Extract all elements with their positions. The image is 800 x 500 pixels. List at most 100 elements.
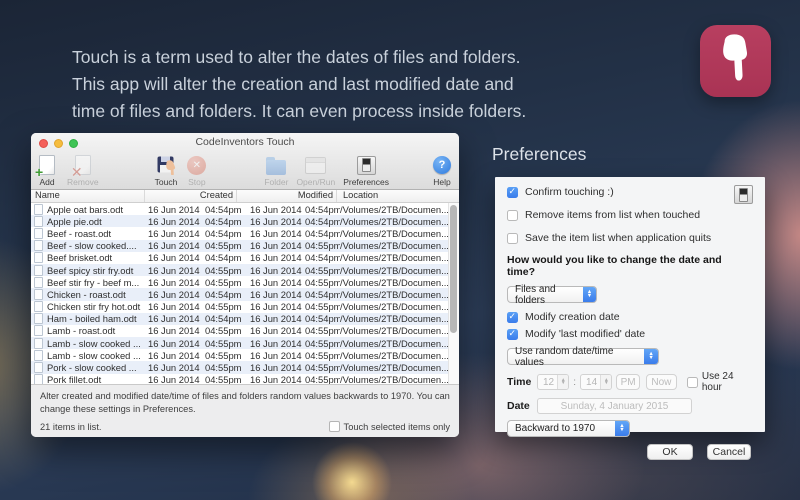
- date-time-question: How would you like to change the date an…: [507, 254, 751, 278]
- file-row[interactable]: Lamb - slow cooked ... 16 Jun 2014 04:55…: [31, 349, 449, 361]
- time-row: Time 12 ▲▼ : 14 ▲▼ PM Now Use 24 hour: [507, 371, 751, 393]
- file-row[interactable]: Beef - slow cooked.... 16 Jun 2014 04:55…: [31, 240, 449, 252]
- column-header-modified[interactable]: Modified: [237, 190, 337, 202]
- ok-button[interactable]: OK: [647, 444, 693, 460]
- file-name: Lamb - roast.odt: [47, 325, 148, 336]
- remove-document-icon: ✕: [75, 154, 91, 176]
- scrollbar-thumb[interactable]: [450, 205, 457, 333]
- file-row[interactable]: Chicken - roast.odt 16 Jun 2014 04:54pm …: [31, 288, 449, 300]
- modify-creation-checkbox[interactable]: [507, 312, 518, 323]
- file-name: Beef brisket.odt: [47, 252, 148, 263]
- file-row[interactable]: Beef stir fry - beef m... 16 Jun 2014 04…: [31, 276, 449, 288]
- document-icon: [34, 362, 43, 373]
- modified-date: 16 Jun 2014: [250, 289, 305, 300]
- column-header-location[interactable]: Location: [337, 190, 459, 202]
- modified-time: 04:54pm: [305, 252, 340, 263]
- created-date: 16 Jun 2014: [148, 240, 205, 251]
- open-run-button: Open/Run: [296, 154, 335, 187]
- created-date: 16 Jun 2014: [148, 277, 205, 288]
- mode-dropdown[interactable]: Use random date/time values ▲▼: [507, 348, 659, 365]
- document-icon: [34, 252, 43, 263]
- created-date: 16 Jun 2014: [148, 350, 205, 361]
- use-24-hour-checkbox[interactable]: [687, 377, 698, 388]
- modified-time: 04:54pm: [305, 313, 340, 324]
- file-location: /Volumes/2TB/Documen...: [340, 374, 449, 384]
- modified-time: 04:55pm: [305, 265, 340, 276]
- cancel-button[interactable]: Cancel: [707, 444, 751, 460]
- folder-icon: [266, 154, 286, 176]
- add-button[interactable]: + Add: [39, 154, 55, 187]
- column-header-name[interactable]: Name: [31, 190, 145, 202]
- file-location: /Volumes/2TB/Documen...: [340, 362, 449, 373]
- save-list-checkbox[interactable]: [507, 233, 518, 244]
- column-headers: Name Created Modified Location: [31, 190, 459, 203]
- created-time: 04:55pm: [205, 338, 250, 349]
- document-icon: [34, 350, 43, 361]
- confirm-touching-label: Confirm touching :): [525, 186, 614, 198]
- created-date: 16 Jun 2014: [148, 374, 205, 384]
- touch-selected-checkbox[interactable]: [329, 421, 340, 432]
- created-date: 16 Jun 2014: [148, 252, 205, 263]
- modified-time: 04:55pm: [305, 325, 340, 336]
- file-row[interactable]: Beef brisket.odt 16 Jun 2014 04:54pm 16 …: [31, 252, 449, 264]
- time-label: Time: [507, 376, 533, 388]
- file-name: Chicken - roast.odt: [47, 289, 148, 300]
- created-time: 04:55pm: [205, 362, 250, 373]
- file-row[interactable]: Lamb - slow cooked ... 16 Jun 2014 04:55…: [31, 337, 449, 349]
- created-date: 16 Jun 2014: [148, 338, 205, 349]
- file-row[interactable]: Lamb - roast.odt 16 Jun 2014 04:55pm 16 …: [31, 325, 449, 337]
- created-time: 04:55pm: [205, 240, 250, 251]
- scrollbar-track[interactable]: [448, 203, 459, 384]
- modified-date: 16 Jun 2014: [250, 325, 305, 336]
- modified-date: 16 Jun 2014: [250, 374, 305, 384]
- modified-date: 16 Jun 2014: [250, 313, 305, 324]
- file-name: Apple pie.odt: [47, 216, 148, 227]
- window-title: CodeInventors Touch: [31, 136, 459, 148]
- file-name: Ham - boiled ham.odt: [47, 313, 148, 324]
- file-row[interactable]: Apple oat bars.odt 16 Jun 2014 04:54pm 1…: [31, 203, 449, 215]
- scope-dropdown-value: Files and folders: [515, 284, 583, 306]
- modify-modified-checkbox[interactable]: [507, 329, 518, 340]
- file-row[interactable]: Ham - boiled ham.odt 16 Jun 2014 04:54pm…: [31, 313, 449, 325]
- modified-time: 04:55pm: [305, 338, 340, 349]
- items-count: 21 items in list.: [40, 422, 329, 432]
- created-date: 16 Jun 2014: [148, 362, 205, 373]
- file-name: Apple oat bars.odt: [47, 204, 148, 215]
- document-icon: [34, 325, 43, 336]
- modified-time: 04:54pm: [305, 204, 340, 215]
- modified-date: 16 Jun 2014: [250, 240, 305, 251]
- document-icon: [34, 338, 43, 349]
- file-row[interactable]: Chicken stir fry hot.odt 16 Jun 2014 04:…: [31, 301, 449, 313]
- remove-items-label: Remove items from list when touched: [525, 209, 700, 221]
- touch-button[interactable]: Touch: [155, 154, 178, 187]
- document-icon: [34, 374, 43, 384]
- file-location: /Volumes/2TB/Documen...: [340, 325, 449, 336]
- file-name: Beef stir fry - beef m...: [47, 277, 148, 288]
- file-row[interactable]: Beef - roast.odt 16 Jun 2014 04:54pm 16 …: [31, 227, 449, 239]
- scope-dropdown[interactable]: Files and folders ▲▼: [507, 286, 597, 303]
- dropdown-stepper-icon: ▲▼: [583, 287, 596, 302]
- help-button[interactable]: ? Help: [433, 154, 451, 187]
- modified-time: 04:54pm: [305, 216, 340, 227]
- modified-time: 04:55pm: [305, 350, 340, 361]
- remove-items-checkbox[interactable]: [507, 210, 518, 221]
- file-row[interactable]: Apple pie.odt 16 Jun 2014 04:54pm 16 Jun…: [31, 215, 449, 227]
- confirm-touching-checkbox[interactable]: [507, 187, 518, 198]
- file-row[interactable]: Beef spicy stir fry.odt 16 Jun 2014 04:5…: [31, 264, 449, 276]
- touch-selected-label: Touch selected items only: [344, 422, 450, 432]
- mode-dropdown-value: Use random date/time values: [515, 346, 644, 368]
- preferences-button[interactable]: Preferences: [343, 154, 389, 187]
- modified-date: 16 Jun 2014: [250, 277, 305, 288]
- direction-dropdown[interactable]: Backward to 1970 ▲▼: [507, 420, 630, 437]
- file-location: /Volumes/2TB/Documen...: [340, 301, 449, 312]
- file-row[interactable]: Pork fillet.odt 16 Jun 2014 04:55pm 16 J…: [31, 374, 449, 384]
- file-row[interactable]: Pork - slow cooked ... 16 Jun 2014 04:55…: [31, 361, 449, 373]
- modified-date: 16 Jun 2014: [250, 265, 305, 276]
- modified-date: 16 Jun 2014: [250, 362, 305, 373]
- modified-date: 16 Jun 2014: [250, 252, 305, 263]
- column-header-created[interactable]: Created: [145, 190, 237, 202]
- created-date: 16 Jun 2014: [148, 325, 205, 336]
- toolbar: + Add ✕ Remove Touch ✕: [37, 154, 453, 187]
- hour-stepper: 12 ▲▼: [537, 374, 569, 390]
- file-location: /Volumes/2TB/Documen...: [340, 338, 449, 349]
